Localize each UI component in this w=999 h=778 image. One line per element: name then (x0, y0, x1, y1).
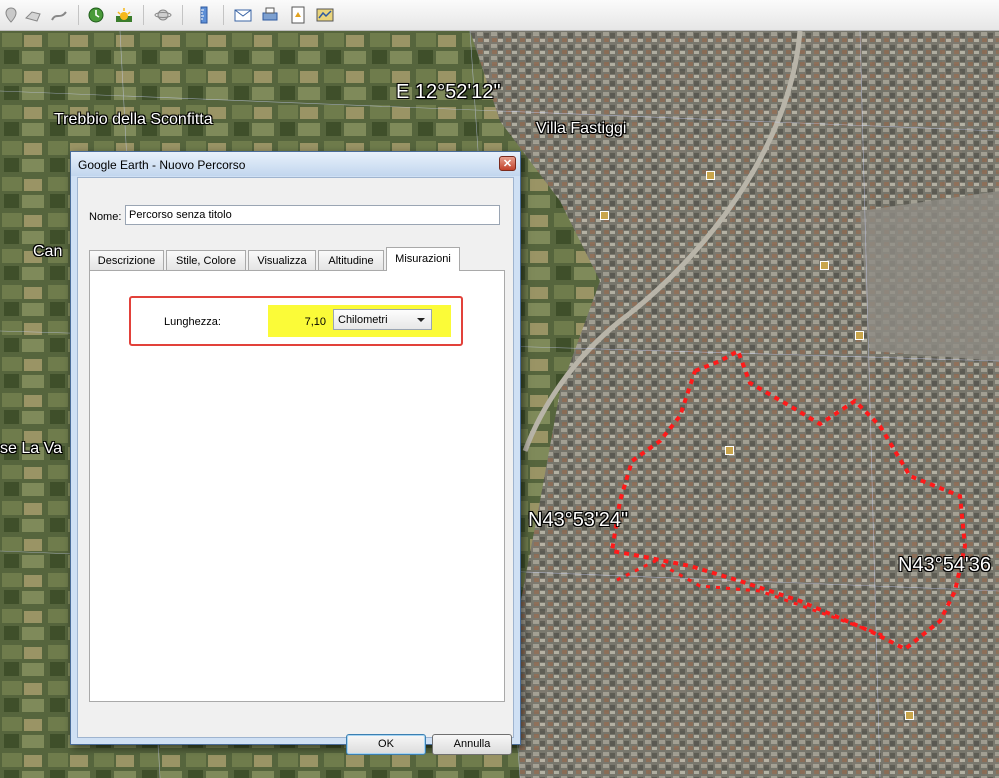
latitude-label-1: N43°53'24" (528, 509, 629, 531)
longitude-label: E 12°52'12" (396, 81, 501, 103)
view-maps-icon[interactable] (314, 4, 336, 26)
new-path-dialog: Google Earth - Nuovo Percorso ✕ Nome: De… (70, 151, 521, 755)
dialog-body: Nome: Descrizione Stile, Colore Visualiz… (77, 177, 514, 755)
map-pin[interactable] (820, 261, 829, 270)
sunlight-icon[interactable] (113, 4, 135, 26)
placemark-icon[interactable] (0, 4, 22, 26)
place-label-trebbio[interactable]: Trebbio della Sconfitta (54, 111, 213, 129)
map-pin[interactable] (855, 331, 864, 340)
tab-visualizza[interactable]: Visualizza (248, 250, 316, 270)
map-pin[interactable] (725, 446, 734, 455)
print-icon[interactable] (259, 4, 281, 26)
place-label-can[interactable]: Can (33, 243, 62, 261)
tab-misurazioni[interactable]: Misurazioni (386, 247, 460, 271)
path-icon[interactable] (48, 4, 70, 26)
toolbar (0, 0, 999, 31)
ok-button[interactable]: OK (346, 734, 426, 755)
close-icon: ✕ (502, 158, 513, 170)
dialog-title: Google Earth - Nuovo Percorso (78, 158, 246, 172)
tab-descrizione[interactable]: Descrizione (89, 250, 164, 270)
place-label-villa-fastiggi[interactable]: Villa Fastiggi (536, 120, 626, 138)
annotation-box (129, 296, 463, 346)
tab-altitudine[interactable]: Altitudine (318, 250, 384, 270)
polygon-icon[interactable] (22, 4, 44, 26)
save-image-icon[interactable] (287, 4, 309, 26)
cancel-button[interactable]: Annulla (432, 734, 512, 755)
close-button[interactable]: ✕ (499, 156, 516, 171)
ruler-icon[interactable] (193, 4, 215, 26)
tab-stile-colore[interactable]: Stile, Colore (166, 250, 246, 270)
name-label: Nome: (89, 211, 122, 223)
planets-icon[interactable] (152, 4, 174, 26)
map-pin[interactable] (600, 211, 609, 220)
map-pin[interactable] (706, 171, 715, 180)
name-input[interactable] (125, 205, 500, 225)
latitude-label-2: N43°54'36 (898, 554, 991, 576)
map-pin[interactable] (905, 711, 914, 720)
email-icon[interactable] (232, 4, 254, 26)
place-label-la-va[interactable]: se La Va (0, 440, 62, 458)
dialog-titlebar[interactable]: Google Earth - Nuovo Percorso ✕ (71, 152, 520, 176)
historical-imagery-icon[interactable] (85, 4, 107, 26)
